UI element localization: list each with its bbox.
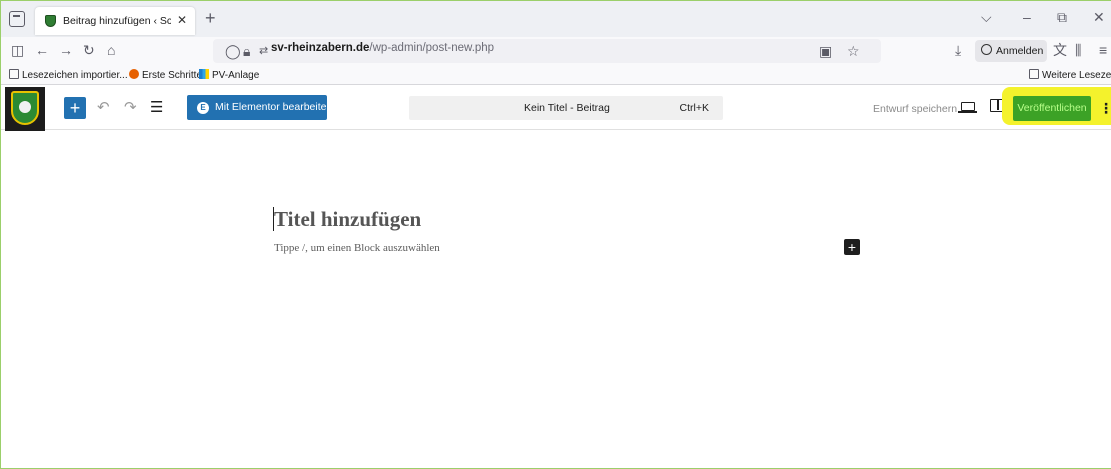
elementor-icon: E — [197, 102, 209, 114]
minimize-icon[interactable]: – — [1023, 9, 1031, 25]
block-placeholder[interactable]: Tippe /, um einen Block auszuwählen — [274, 242, 440, 254]
publish-button[interactable]: Veröffentlichen — [1013, 96, 1091, 121]
navigation-bar: ◫ ← → ↻ ⌂ ◯ 🔒︎ ⇄ ▣ ☆ ⤓ 文 ⫼ ≡ — [1, 37, 1111, 65]
document-title: Kein Titel - Beitrag — [524, 102, 610, 114]
shortcut-hint: Ctrl+K — [679, 102, 709, 114]
close-window-icon[interactable]: ✕ — [1093, 9, 1105, 26]
new-tab-icon[interactable]: + — [205, 9, 216, 27]
lock-icon[interactable]: 🔒︎ — [243, 43, 250, 59]
bookmark-star-icon[interactable]: ☆ — [847, 43, 860, 59]
close-tab-icon[interactable]: ✕ — [177, 13, 187, 27]
firefox-icon — [129, 69, 139, 79]
other-bookmarks-label: Weitere Lesezeichen — [1042, 70, 1111, 81]
downloads-icon[interactable]: ⤓ — [955, 42, 961, 58]
bookmark-getting-started[interactable]: Erste Schritte — [129, 69, 202, 81]
back-icon[interactable]: ← — [35, 42, 49, 58]
bookmark-label: Lesezeichen importier... — [22, 70, 128, 81]
tab-strip: Beitrag hinzufügen ‹ Schützenv ✕ + ⌵ – ⧉… — [1, 1, 1111, 37]
folder-icon — [1029, 69, 1039, 79]
document-overview-icon[interactable]: ☰ — [150, 99, 163, 117]
redo-icon[interactable]: ↷ — [124, 99, 137, 117]
sign-in-button[interactable]: Anmelden — [975, 40, 1047, 62]
elementor-edit-button[interactable]: E Mit Elementor bearbeiten — [187, 95, 332, 120]
chevron-down-icon[interactable]: ⌵ — [981, 9, 992, 26]
restore-icon[interactable]: ⧉ — [1057, 9, 1067, 26]
elementor-label: Mit Elementor bearbeiten — [215, 101, 333, 113]
url-host: sv-rheinzabern.de — [271, 42, 370, 54]
sidebar-icon[interactable]: ◫ — [11, 42, 24, 58]
library-icon[interactable]: ⫼ — [1075, 42, 1081, 58]
bookmarks-bar: Lesezeichen importier... Erste Schritte … — [1, 65, 1111, 85]
import-icon — [9, 69, 19, 79]
other-bookmarks[interactable]: Weitere Lesezeichen — [1029, 69, 1111, 81]
account-icon — [981, 44, 992, 55]
tab-list-icon[interactable] — [9, 11, 25, 27]
menu-icon[interactable]: ≡ — [1099, 42, 1107, 58]
shield-icon[interactable]: ◯ — [225, 43, 241, 59]
undo-icon[interactable]: ↶ — [97, 99, 110, 117]
post-title-input[interactable]: Titel hinzufügen — [274, 207, 421, 232]
preview-icon[interactable] — [958, 102, 977, 113]
sign-in-label: Anmelden — [996, 45, 1044, 57]
pv-icon — [199, 69, 209, 79]
site-favicon-icon — [45, 15, 56, 27]
reader-view-icon[interactable]: ▣ — [819, 43, 832, 59]
command-palette-bar[interactable]: Kein Titel - Beitrag Ctrl+K — [409, 96, 723, 120]
editor-canvas[interactable] — [1, 131, 1111, 468]
tab-title: Beitrag hinzufügen ‹ Schützenv — [63, 15, 171, 27]
home-icon[interactable]: ⌂ — [107, 42, 115, 58]
more-options-icon[interactable]: ⋮ — [1099, 97, 1111, 119]
reload-icon[interactable]: ↻ — [83, 42, 95, 58]
forward-icon[interactable]: → — [59, 42, 73, 58]
bookmark-pv-anlage[interactable]: PV-Anlage — [199, 69, 259, 81]
add-block-button[interactable]: + — [844, 239, 860, 255]
permissions-icon[interactable]: ⇄ — [259, 43, 268, 59]
url-path: /wp-admin/post-new.php — [369, 42, 495, 54]
tab-active[interactable]: Beitrag hinzufügen ‹ Schützenv ✕ — [35, 7, 195, 35]
club-crest-icon — [11, 91, 39, 125]
url-text[interactable]: sv-rheinzabern.de/wp-admin/post-new.php — [271, 42, 494, 54]
block-inserter-button[interactable]: + — [64, 97, 86, 119]
browser-window: Beitrag hinzufügen ‹ Schützenv ✕ + ⌵ – ⧉… — [0, 0, 1111, 469]
translate-icon[interactable]: 文 — [1053, 42, 1067, 58]
site-logo[interactable] — [5, 87, 45, 131]
bookmark-label: PV-Anlage — [212, 70, 260, 81]
save-draft-button[interactable]: Entwurf speichern — [873, 103, 957, 115]
bookmark-label: Erste Schritte — [142, 70, 203, 81]
bookmark-import[interactable]: Lesezeichen importier... — [9, 69, 128, 81]
